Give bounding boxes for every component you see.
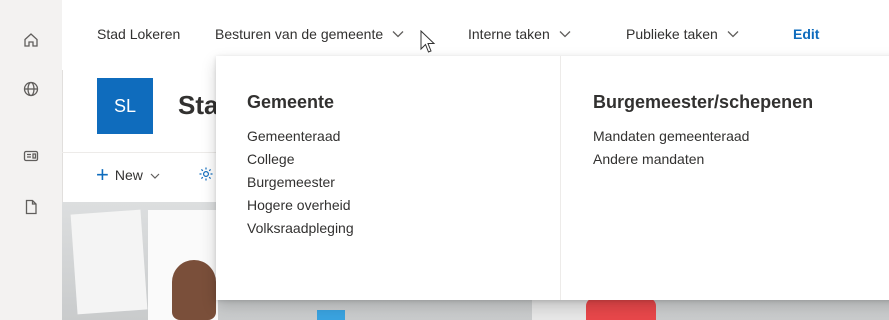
edit-nav-link[interactable]: Edit xyxy=(793,26,819,42)
nav-item-label: Besturen van de gemeente xyxy=(215,26,384,42)
nav-item-label: Publieke taken xyxy=(626,26,718,42)
chevron-down-icon xyxy=(391,26,405,42)
mega-menu-heading[interactable]: Gemeente xyxy=(247,92,354,113)
chevron-down-icon xyxy=(726,26,740,42)
document-icon[interactable] xyxy=(21,197,41,217)
mega-menu-link[interactable]: Gemeenteraad xyxy=(247,125,354,148)
mega-menu-link[interactable]: Andere mandaten xyxy=(593,148,813,171)
site-title[interactable]: Sta xyxy=(178,90,218,121)
mega-menu-link[interactable]: Mandaten gemeenteraad xyxy=(593,125,813,148)
site-logo-text: SL xyxy=(113,95,137,116)
new-button[interactable]: + New xyxy=(96,164,161,186)
chevron-down-icon xyxy=(149,167,161,183)
hero-object-shape xyxy=(317,310,345,320)
mega-menu-link[interactable]: College xyxy=(247,148,354,171)
hero-person-shape xyxy=(172,260,216,320)
mega-menu: Gemeente Gemeenteraad College Burgemeest… xyxy=(216,56,889,300)
globe-icon[interactable] xyxy=(21,79,41,99)
mega-menu-column-burgemeester: Burgemeester/schepenen Mandaten gemeente… xyxy=(593,92,813,171)
nav-item-publieke-taken[interactable]: Publieke taken xyxy=(626,26,740,42)
nav-item-stad-lokeren[interactable]: Stad Lokeren xyxy=(97,26,180,42)
chevron-down-icon xyxy=(558,26,572,42)
mega-menu-link[interactable]: Burgemeester xyxy=(247,171,354,194)
home-icon[interactable] xyxy=(21,30,41,50)
nav-item-interne-taken[interactable]: Interne taken xyxy=(468,26,572,42)
mega-menu-link[interactable]: Hogere overheid xyxy=(247,194,354,217)
mega-menu-link[interactable]: Volksraadpleging xyxy=(247,217,354,240)
mega-menu-column-gemeente: Gemeente Gemeenteraad College Burgemeest… xyxy=(247,92,354,240)
plus-icon: + xyxy=(96,162,109,187)
gear-icon[interactable] xyxy=(198,166,214,182)
mouse-cursor-icon xyxy=(420,29,436,54)
app-bar xyxy=(0,0,63,320)
nav-item-label: Stad Lokeren xyxy=(97,26,181,42)
news-icon[interactable] xyxy=(21,146,41,166)
site-logo[interactable]: SL xyxy=(97,78,153,134)
hero-paper-shape xyxy=(70,209,148,315)
mega-menu-divider xyxy=(560,56,561,300)
edit-label: Edit xyxy=(793,26,820,42)
hero-object-shape xyxy=(586,298,656,320)
mega-menu-heading[interactable]: Burgemeester/schepenen xyxy=(593,92,813,113)
nav-item-label: Interne taken xyxy=(468,26,550,42)
new-label: New xyxy=(114,167,143,183)
nav-item-besturen[interactable]: Besturen van de gemeente xyxy=(215,26,405,42)
